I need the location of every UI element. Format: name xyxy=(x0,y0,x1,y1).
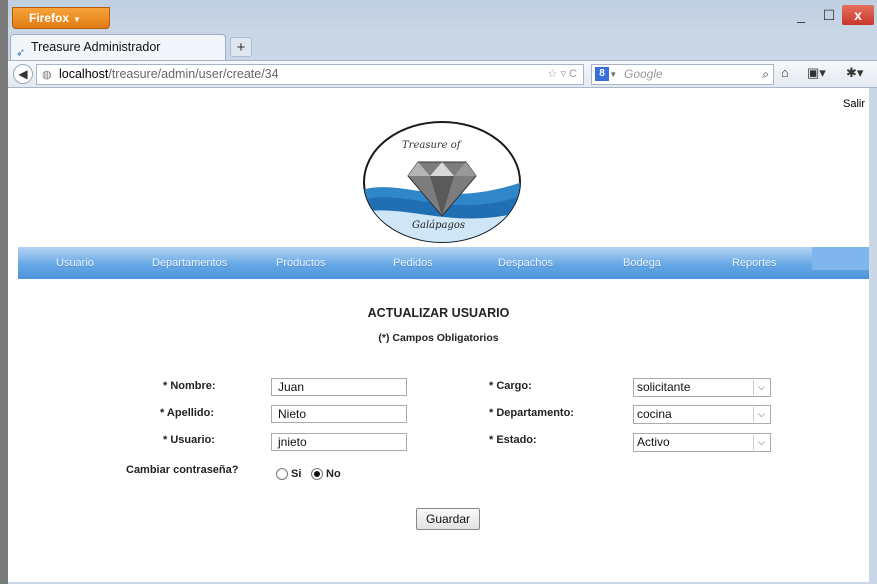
cargo-label: * Cargo: xyxy=(489,380,532,392)
nombre-field[interactable]: Juan xyxy=(271,378,407,396)
usuario-label: * Usuario: xyxy=(163,434,215,446)
menu-item-despachos[interactable]: Despachos xyxy=(498,247,553,279)
estado-select[interactable]: Activo ⌵ xyxy=(633,433,771,452)
required-fields-note: (*) Campos Obligatorios xyxy=(378,332,499,344)
logo-text-bottom: Galápagos xyxy=(412,220,465,231)
google-icon: 8 xyxy=(595,67,609,81)
estado-selected-value: Activo xyxy=(637,435,670,449)
search-engine-dropdown-icon[interactable]: ▾ xyxy=(611,65,616,84)
url-bar[interactable]: ◍ localhost/treasure/admin/user/create/3… xyxy=(36,64,584,85)
search-icon[interactable]: ⌕ xyxy=(762,65,769,84)
menu-end-block xyxy=(812,247,869,270)
search-input[interactable]: 8 ▾ Google ⌕ xyxy=(591,64,774,85)
new-tab-button[interactable]: + xyxy=(230,37,252,57)
estado-label: * Estado: xyxy=(489,434,537,446)
radio-no-label: No xyxy=(326,468,341,480)
page-title: ACTUALIZAR USUARIO xyxy=(367,306,510,320)
url-path: /treasure/admin/user/create/34 xyxy=(108,67,279,81)
cargo-selected-value: solicitante xyxy=(637,380,691,394)
addon-icon[interactable]: ✱▾ xyxy=(846,65,863,81)
chevron-down-icon: ⌵ xyxy=(753,380,769,395)
radio-si[interactable] xyxy=(276,468,288,480)
menu-item-pedidos[interactable]: Pedidos xyxy=(393,247,433,279)
firefox-menu-button[interactable]: Firefox ▼ xyxy=(12,7,110,29)
tab-title: Treasure Administrador xyxy=(31,40,161,54)
home-icon[interactable]: ⌂ xyxy=(781,65,789,80)
url-host: localhost xyxy=(59,67,109,81)
cambiar-contrasena-label: Cambiar contraseña? xyxy=(126,464,239,476)
logo-text-top: Treasure of xyxy=(402,140,463,151)
menu-item-departamentos[interactable]: Departamentos xyxy=(152,247,227,279)
menu-item-reportes[interactable]: Reportes xyxy=(732,247,777,279)
title-bar: Firefox ▼ _ ☐ x xyxy=(8,0,877,34)
guardar-button[interactable]: Guardar xyxy=(416,508,480,530)
chevron-down-icon: ⌵ xyxy=(753,435,769,450)
close-button[interactable]: x xyxy=(842,5,874,25)
usuario-field[interactable]: jnieto xyxy=(271,433,407,451)
browser-window: Firefox ▼ _ ☐ x ➶ Treasure Administrador … xyxy=(8,0,877,584)
minimize-button[interactable]: _ xyxy=(790,5,812,25)
main-menu: Usuario Departamentos Productos Pedidos … xyxy=(18,247,869,279)
departamento-selected-value: cocina xyxy=(637,407,672,421)
maximize-button[interactable]: ☐ xyxy=(818,5,840,25)
globe-icon: ◍ xyxy=(42,69,52,81)
departamento-select[interactable]: cocina ⌵ xyxy=(633,405,771,424)
departamento-label: * Departamento: xyxy=(489,407,574,419)
navigation-bar: ◀ ◍ localhost/treasure/admin/user/create… xyxy=(8,60,877,88)
apellido-field[interactable]: Nieto xyxy=(271,405,407,423)
back-arrow-icon[interactable]: ◀ xyxy=(13,64,33,84)
tab-treasure-administrador[interactable]: ➶ Treasure Administrador xyxy=(10,34,226,60)
page-content: Salir Treasure of Galápagos Usuario Depa… xyxy=(8,88,869,582)
downloads-icon[interactable]: ▣▾ xyxy=(807,65,826,81)
bookmark-star-icon[interactable]: ☆ ▿ C xyxy=(548,65,577,84)
salir-link[interactable]: Salir xyxy=(843,98,865,110)
search-placeholder: Google xyxy=(624,67,663,81)
menu-item-bodega[interactable]: Bodega xyxy=(623,247,661,279)
treasure-logo: Treasure of Galápagos xyxy=(363,121,521,243)
apellido-label: * Apellido: xyxy=(160,407,214,419)
menu-item-usuario[interactable]: Usuario xyxy=(56,247,94,279)
menu-item-productos[interactable]: Productos xyxy=(276,247,326,279)
chevron-down-icon: ⌵ xyxy=(753,407,769,422)
radio-si-label: Si xyxy=(291,468,302,480)
radio-no[interactable] xyxy=(311,468,323,480)
cargo-select[interactable]: solicitante ⌵ xyxy=(633,378,771,397)
nombre-label: * Nombre: xyxy=(163,380,216,392)
